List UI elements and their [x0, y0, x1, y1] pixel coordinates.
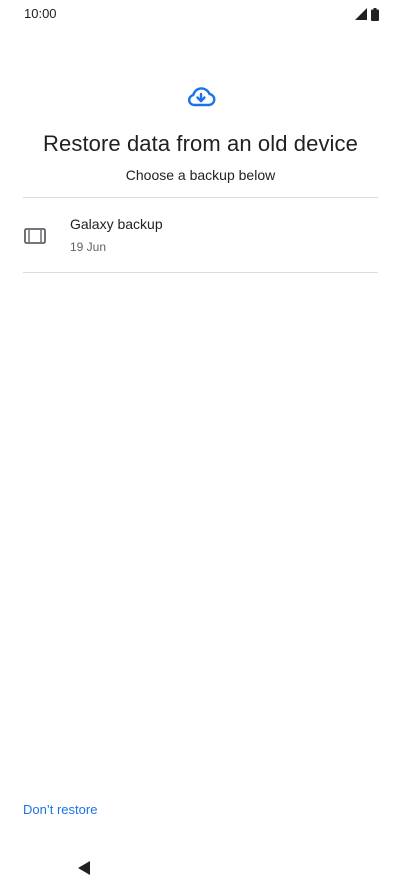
divider	[23, 272, 378, 273]
signal-icon	[355, 8, 367, 20]
backup-date: 19 Jun	[70, 240, 107, 254]
back-triangle-icon[interactable]	[76, 860, 92, 876]
backup-list-item[interactable]: Galaxy backup 19 Jun	[0, 198, 401, 272]
navigation-bar	[0, 852, 401, 892]
page-subtitle: Choose a backup below	[125, 167, 276, 183]
backup-name: Galaxy backup	[70, 216, 163, 232]
status-time: 10:00	[24, 6, 57, 21]
cloud-download-icon	[186, 86, 216, 108]
status-bar: 10:00	[0, 0, 401, 30]
dont-restore-button[interactable]: Don’t restore	[23, 802, 97, 817]
status-icons	[355, 7, 379, 21]
tablet-icon	[24, 228, 46, 244]
battery-icon	[371, 7, 379, 21]
page-title: Restore data from an old device	[43, 131, 358, 156]
